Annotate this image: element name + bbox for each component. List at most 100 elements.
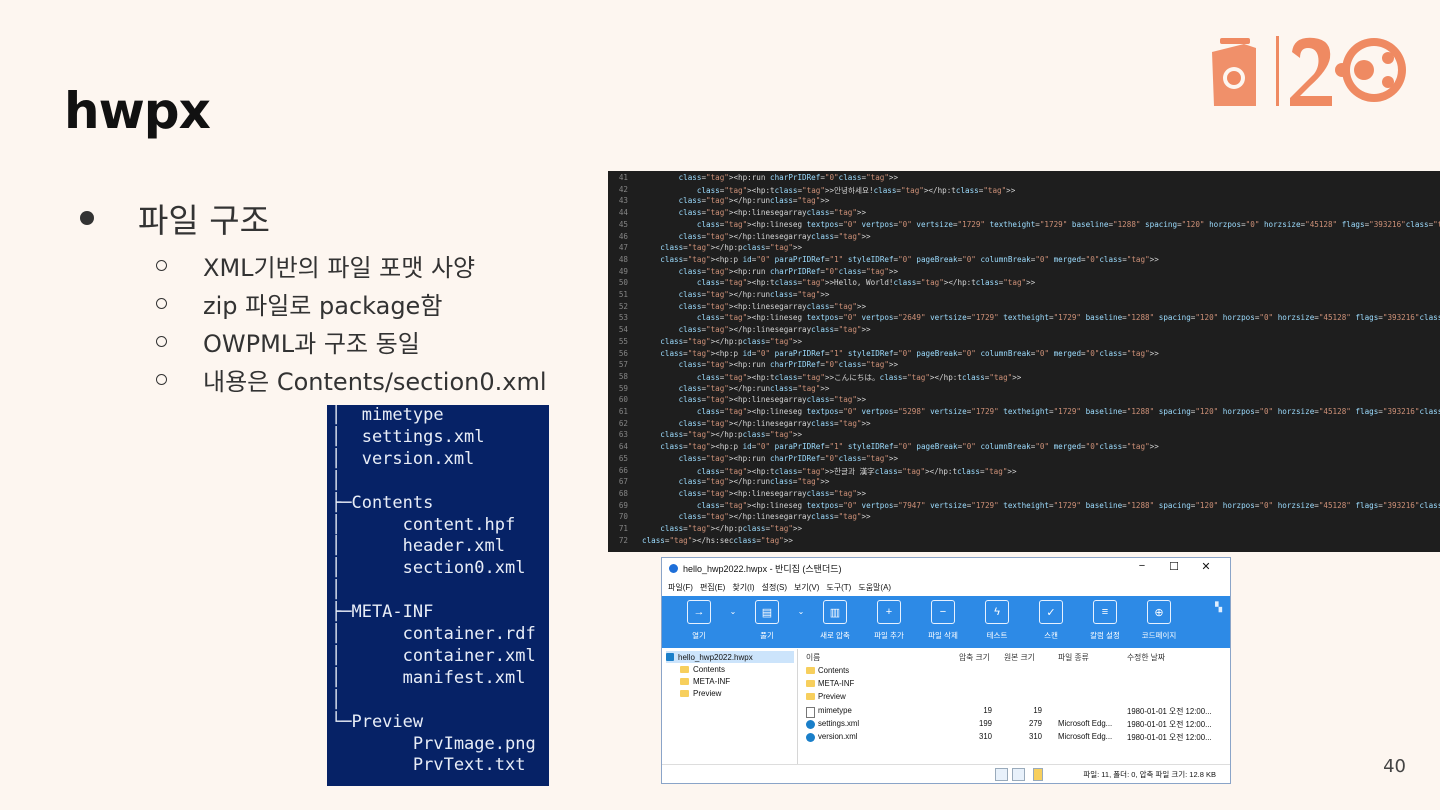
ribbon-label: 테스트 <box>986 631 1008 640</box>
minimize-button[interactable]: − <box>1126 560 1158 573</box>
slide-title: hwpx <box>64 82 211 140</box>
folder-icon <box>680 689 689 697</box>
list-view-icon[interactable] <box>1012 768 1025 781</box>
code-line: class="tag"></hp:runclass="tag">> <box>678 290 830 299</box>
layout-grid-icon[interactable]: ▚ <box>1215 602 1222 613</box>
code-line: class="tag"><hp:linesegarrayclass="tag">… <box>678 488 867 498</box>
code-line: class="tag"></hs:secclass="tag">> <box>642 535 793 545</box>
sub-bullet: OWPML과 구조 동일 <box>156 322 547 360</box>
details-view-icon[interactable] <box>995 768 1008 781</box>
ribbon-label: 열기 <box>692 631 706 640</box>
close-button[interactable]: ✕ <box>1190 560 1222 573</box>
file-size: 279 <box>1028 718 1042 728</box>
code-line: class="tag"></hp:linesegarrayclass="tag"… <box>678 325 871 335</box>
archive-icon <box>666 653 674 661</box>
file-row[interactable]: settings.xml 199 279 Microsoft Edg... 1980-0… <box>802 718 1230 731</box>
add-file-button[interactable]: + 파일 추가 <box>862 596 916 648</box>
column-packed[interactable]: 압축 크기 <box>959 652 990 663</box>
code-line-number: 63 <box>618 430 628 440</box>
code-line: class="tag"></hp:pclass="tag">> <box>660 524 803 533</box>
code-line: class="tag"><hp:linesegarrayclass="tag">… <box>678 301 867 311</box>
scan-button[interactable]: ✓ 스캔 <box>1024 596 1078 648</box>
menu-item[interactable]: 설정(S) <box>762 582 787 593</box>
code-line-number: 45 <box>618 219 628 229</box>
extract-button[interactable]: ▤ 풀기 <box>740 596 794 648</box>
code-line: class="tag"><hp:run charPrIDRef="0"class… <box>678 173 899 182</box>
file-row[interactable]: Preview <box>802 691 1230 704</box>
code-line-number: 48 <box>618 254 628 264</box>
logo <box>1212 36 1406 106</box>
delete-file-button[interactable]: − 파일 삭제 <box>916 596 970 648</box>
tree-line: │ manifest.xml <box>331 667 526 688</box>
status-bar: 파일: 11, 폴더: 0, 압축 파일 크기: 12.8 KB <box>662 764 1230 783</box>
test-button[interactable]: ϟ 테스트 <box>970 596 1024 648</box>
scan-icon: ✓ <box>1039 600 1063 624</box>
xml-code-screenshot: 41 class="tag"><hp:run charPrIDRef="0"cl… <box>608 171 1440 552</box>
tree-line: │ <box>331 580 342 601</box>
menu-item[interactable]: 도움말(A) <box>858 582 891 593</box>
bullet-list: 파일 구조 XML기반의 파일 포맷 사양 zip 파일로 package함 O… <box>78 196 547 398</box>
column-date[interactable]: 수정한 날짜 <box>1127 652 1165 663</box>
code-line: class="tag"></hp:linesegarrayclass="tag"… <box>678 418 871 428</box>
file-row[interactable]: Contents <box>802 665 1230 678</box>
folder-icon <box>680 677 689 685</box>
code-line: class="tag"></hp:runclass="tag">> <box>678 196 830 206</box>
file-type: Microsoft Edg... <box>1058 732 1113 741</box>
ribbon-label: 코드페이지 <box>1141 631 1177 640</box>
file-row[interactable]: META-INF <box>802 678 1230 691</box>
code-line-number: 64 <box>618 442 628 452</box>
code-line: class="tag"><hp:tclass="tag">>한글과 漢字clas… <box>696 466 1017 476</box>
code-line-number: 43 <box>618 196 628 206</box>
code-line-number: 42 <box>618 184 628 194</box>
tree-item-meta-inf[interactable]: META-INF <box>680 675 730 687</box>
tree-item-contents[interactable]: Contents <box>680 663 725 675</box>
file-row[interactable]: version.xml 310 310 Microsoft Edg... 1980-01… <box>802 731 1230 744</box>
code-line-number: 71 <box>618 524 628 533</box>
tree-line: └─Preview <box>331 711 424 732</box>
open-dropdown[interactable]: ⌄ <box>726 596 740 648</box>
code-line-number: 65 <box>618 453 628 463</box>
sub-bullet: zip 파일로 package함 <box>156 284 547 322</box>
file-row[interactable]: mimetype 19 19 1980-01-01 오전 12:00... <box>802 705 1230 718</box>
edge-file-icon <box>806 719 815 729</box>
code-line-number: 58 <box>618 371 628 381</box>
window-titlebar: hello_hwp2022.hwpx - 반디집 (스탠더드) − ☐ ✕ <box>662 558 1230 578</box>
code-line: class="tag"></hp:pclass="tag">> <box>660 243 803 253</box>
file-name: version.xml <box>818 732 858 741</box>
menu-item[interactable]: 편집(E) <box>700 582 725 593</box>
column-name[interactable]: 이름 <box>806 652 820 663</box>
code-line-number: 49 <box>618 266 628 276</box>
menu-item[interactable]: 파일(F) <box>668 582 693 593</box>
bandizip-app-icon <box>669 563 678 573</box>
codepage-icon: ⊕ <box>1147 600 1171 624</box>
file-packed: 310 <box>978 732 992 741</box>
code-line: class="tag"></hp:runclass="tag">> <box>678 477 830 487</box>
codepage-button[interactable]: ⊕ 코드페이지 <box>1132 596 1186 648</box>
code-line-number: 60 <box>618 395 628 405</box>
file-date: 1980-01-01 오전 12:00... <box>1127 706 1212 716</box>
bullet-ring-icon <box>156 373 167 385</box>
menu-item[interactable]: 도구(T) <box>826 582 851 593</box>
tree-item-preview[interactable]: Preview <box>680 687 721 699</box>
file-name: mimetype <box>818 705 852 715</box>
archive-tree-pane: hello_hwp2022.hwpx Contents META-INF Pre… <box>662 649 798 764</box>
code-line-number: 70 <box>618 512 628 522</box>
menu-item[interactable]: 보기(V) <box>794 582 819 593</box>
new-archive-button[interactable]: ▥ 새로 압축 <box>808 596 862 648</box>
columns-button[interactable]: ≡ 칼럼 설정 <box>1078 596 1132 648</box>
extract-dropdown[interactable]: ⌄ <box>794 596 808 648</box>
code-line: class="tag"><hp:tclass="tag">>こんにちは。clas… <box>696 372 1022 382</box>
open-button[interactable]: → 열기 <box>672 596 726 648</box>
tree-root[interactable]: hello_hwp2022.hwpx <box>666 651 794 663</box>
maximize-button[interactable]: ☐ <box>1158 560 1190 573</box>
tree-line: │ section0.xml <box>331 558 526 579</box>
folder-view-icon[interactable] <box>1033 768 1043 781</box>
tree-line: ├─Contents <box>331 492 434 513</box>
menu-item[interactable]: 찾기(I) <box>732 582 754 593</box>
code-line: class="tag"><hp:linesegarrayclass="tag">… <box>678 395 867 405</box>
code-line-number: 66 <box>618 465 628 475</box>
code-line: class="tag"></hp:linesegarrayclass="tag"… <box>678 231 871 241</box>
column-type[interactable]: 파일 종류 <box>1058 652 1089 663</box>
code-line: class="tag"></hp:pclass="tag">> <box>660 336 803 346</box>
column-size[interactable]: 원본 크기 <box>1004 652 1035 663</box>
